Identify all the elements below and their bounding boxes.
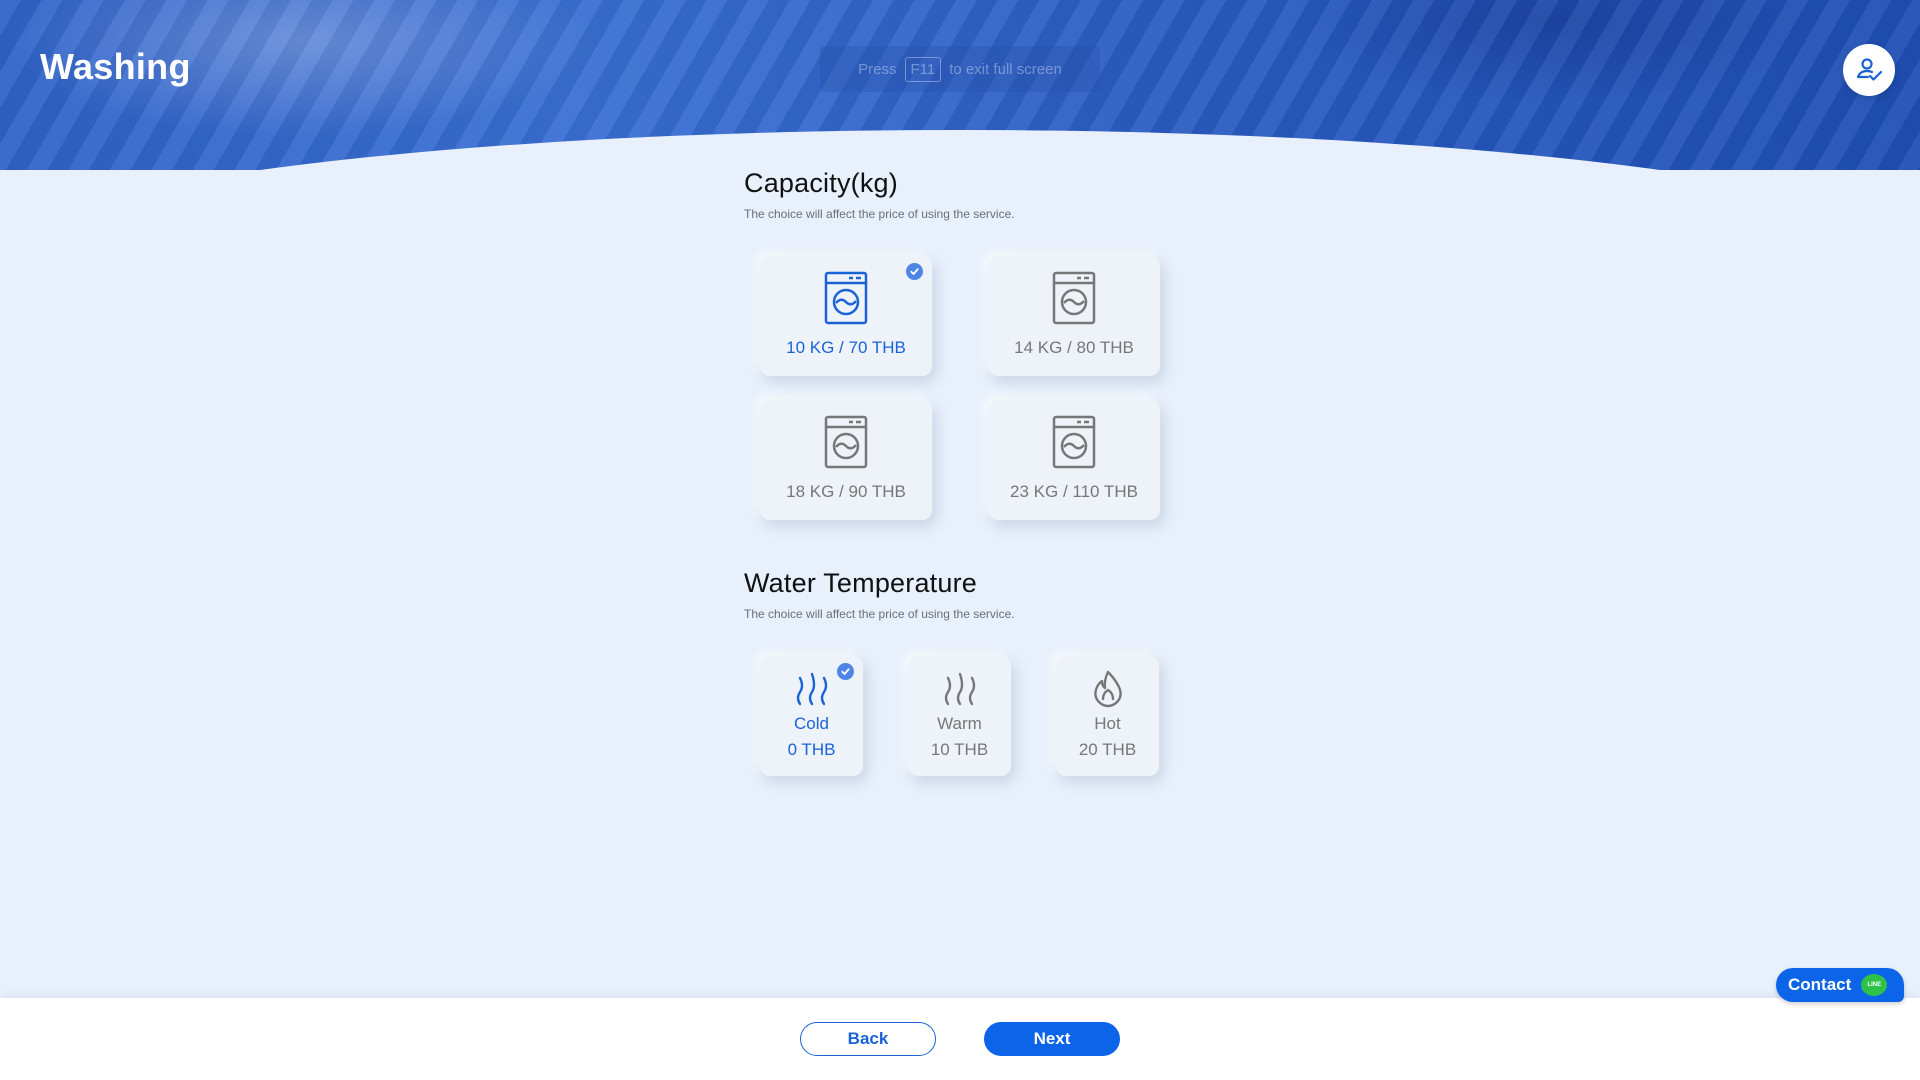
selected-check-icon xyxy=(906,263,923,280)
capacity-option-label: 10 KG / 70 THB xyxy=(786,338,906,357)
temperature-options: Cold 0 THB Warm 10 THB Hot 20 THB xyxy=(760,656,1159,776)
selected-check-icon xyxy=(837,663,854,680)
temperature-option-name: Hot xyxy=(1094,714,1121,733)
capacity-option-label: 18 KG / 90 THB xyxy=(786,482,906,501)
capacity-option-23kg[interactable]: 23 KG / 110 THB xyxy=(988,400,1160,520)
page-title: Washing xyxy=(40,46,191,87)
temperature-option-cold[interactable]: Cold 0 THB xyxy=(760,656,863,776)
temperature-option-price: 20 THB xyxy=(1078,740,1137,759)
profile-button[interactable] xyxy=(1843,44,1895,96)
fullscreen-hint-press: Press xyxy=(858,60,897,78)
fullscreen-hint-key: F11 xyxy=(904,56,942,82)
capacity-subtitle: The choice will affect the price of usin… xyxy=(744,207,1015,221)
back-button[interactable]: Back xyxy=(800,1022,936,1056)
capacity-option-14kg[interactable]: 14 KG / 80 THB xyxy=(988,256,1160,376)
temperature-subtitle: The choice will affect the price of usin… xyxy=(744,607,1015,621)
temperature-section: Water Temperature The choice will affect… xyxy=(744,568,1184,776)
cold-waves-icon xyxy=(796,672,827,706)
main-content: Capacity(kg) The choice will affect the … xyxy=(744,168,1184,776)
warm-waves-icon xyxy=(944,672,975,706)
temperature-option-price: 10 THB xyxy=(930,740,989,759)
temperature-option-price: 0 THB xyxy=(787,740,836,759)
capacity-title: Capacity(kg) xyxy=(744,168,898,198)
washing-machine-icon xyxy=(1052,271,1096,325)
capacity-options: 10 KG / 70 THB 14 KG / 80 THB 18 KG / 90… xyxy=(760,256,1160,520)
fullscreen-hint-text: to exit full screen xyxy=(949,60,1062,78)
next-button[interactable]: Next xyxy=(984,1022,1120,1056)
temperature-title: Water Temperature xyxy=(744,568,977,598)
capacity-section: Capacity(kg) The choice will affect the … xyxy=(744,168,1184,520)
washing-machine-icon xyxy=(824,415,868,469)
washing-machine-icon xyxy=(1052,415,1096,469)
temperature-option-name: Cold xyxy=(794,714,829,733)
header-banner: Washing Press F11 to exit full screen xyxy=(0,0,1920,170)
contact-button[interactable]: Contact LINE xyxy=(1776,968,1904,1002)
flame-icon xyxy=(1093,670,1122,708)
washing-machine-icon xyxy=(824,271,868,325)
header-curve xyxy=(0,130,1920,170)
capacity-option-label: 14 KG / 80 THB xyxy=(1014,338,1134,357)
capacity-option-label: 23 KG / 110 THB xyxy=(1010,482,1138,501)
contact-label: Contact xyxy=(1788,975,1852,994)
capacity-option-18kg[interactable]: 18 KG / 90 THB xyxy=(760,400,932,520)
fullscreen-hint: Press F11 to exit full screen xyxy=(820,46,1100,92)
user-check-icon xyxy=(1856,58,1883,81)
line-chat-icon: LINE xyxy=(1861,974,1888,996)
footer-bar: Back Next xyxy=(0,998,1920,1080)
temperature-option-hot[interactable]: Hot 20 THB xyxy=(1056,656,1159,776)
temperature-option-name: Warm xyxy=(937,714,982,733)
temperature-option-warm[interactable]: Warm 10 THB xyxy=(908,656,1011,776)
capacity-option-10kg[interactable]: 10 KG / 70 THB xyxy=(760,256,932,376)
